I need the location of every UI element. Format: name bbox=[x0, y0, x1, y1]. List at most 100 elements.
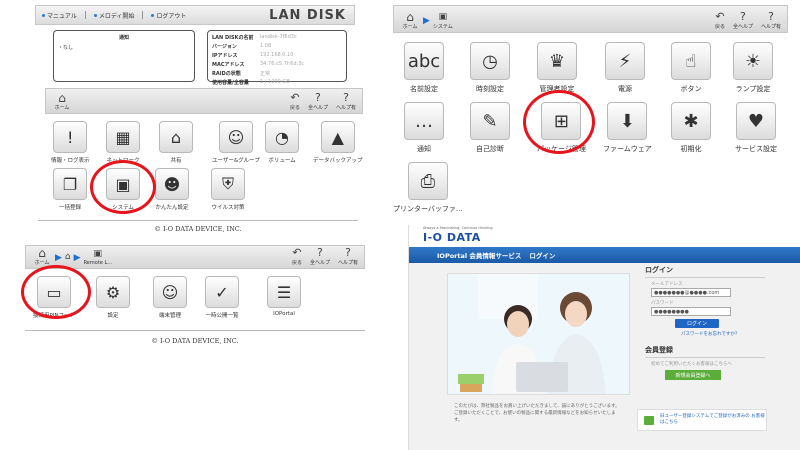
tile-easy-setup[interactable]: ☻ かんたん設定 bbox=[155, 168, 189, 211]
login-form: ログイン メールアドレス ●●●●●●●@●●●●.com パスワード ●●●●… bbox=[645, 265, 765, 380]
folder-icon: ⌂ bbox=[159, 121, 193, 153]
top-link-bar: マニュアル メロディ開始 ログアウト LAN DISK bbox=[35, 5, 355, 25]
tile-antivirus[interactable]: ⛨ ウイルス対策 bbox=[211, 168, 245, 211]
portal-login-link[interactable]: ログイン bbox=[529, 250, 555, 260]
tile-device-management[interactable]: ☺ 端末管理 bbox=[153, 276, 187, 319]
tile-power[interactable]: ⚡ 電源 bbox=[605, 42, 645, 94]
info-row: 使用容量/全容量 1 / 1000 GB bbox=[212, 79, 290, 86]
question-icon: ? bbox=[768, 10, 774, 23]
clipboard-icon: ✎ bbox=[470, 102, 510, 140]
back-button[interactable]: ↶ 戻る bbox=[715, 11, 725, 31]
home-icon: ⌂ bbox=[38, 246, 46, 260]
user-icon: ☺ bbox=[218, 121, 253, 153]
tile-service-settings[interactable]: ♥ サービス設定 bbox=[735, 102, 777, 154]
tile-bulk-register[interactable]: ❐ 一括登録 bbox=[53, 168, 87, 211]
tile-lamp-settings[interactable]: ☀ ランプ設定 bbox=[733, 42, 773, 94]
email-label: メールアドレス bbox=[651, 282, 683, 287]
question-icon: ? bbox=[345, 246, 351, 259]
tile-network[interactable]: ▦ ネットワーク bbox=[106, 121, 140, 164]
breadcrumb-share[interactable]: ⌂ bbox=[65, 252, 71, 263]
info-row: バージョン 1.08 bbox=[212, 43, 272, 50]
forgot-password-link[interactable]: パスワードをお忘れですか？ bbox=[681, 331, 765, 337]
device-info-panel: LAN DISKの名前 landisk-7f6d3c バージョン 1.08 IPアド… bbox=[207, 30, 347, 86]
question-icon: ? bbox=[343, 91, 349, 104]
tile-printer-buffer[interactable]: ⎙ プリンターバッファ... bbox=[393, 162, 463, 214]
portal-title: IOPortal 会員情報サービス bbox=[437, 252, 522, 260]
breadcrumb-system[interactable]: ▣ システム bbox=[433, 12, 453, 30]
tile-initialize[interactable]: ✱ 初期化 bbox=[671, 102, 711, 154]
tile-firmware[interactable]: ⬇ ファームウェア bbox=[603, 102, 652, 154]
highlight-circle-package bbox=[523, 90, 595, 154]
login-button[interactable]: ログイン bbox=[675, 319, 719, 328]
legacy-user-link[interactable]: 旧ユーザー登録システムでご登録がお済みの お客様はこちら bbox=[637, 409, 767, 431]
tile-settings[interactable]: ⚙ 設定 bbox=[96, 276, 130, 319]
tile-temporary-share-list[interactable]: ✓ 一時公開一覧 bbox=[205, 276, 239, 319]
download-icon: ⬇ bbox=[607, 102, 648, 140]
question-icon: ? bbox=[740, 10, 746, 23]
remote-nav-bar: ⌂ ホーム ▶ ⌂ ▶ ▣ Remote L... ↶ 戻る ? 全ヘルプ ? ヘルプ有 bbox=[25, 245, 365, 269]
tile-button[interactable]: ☝ ボタン bbox=[671, 42, 711, 94]
info-row: IPアドレス 192.168.0.10 bbox=[212, 52, 294, 59]
system-nav-bar: ⌂ ホーム ▶ ▣ システム ↶ 戻る ? 全ヘルプ ? ヘルプ有 bbox=[393, 5, 788, 33]
folder-icon: ⌂ bbox=[64, 252, 71, 262]
tile-notification[interactable]: … 通知 bbox=[404, 102, 444, 154]
home-button[interactable]: ⌂ ホーム bbox=[400, 11, 420, 30]
tile-data-backup[interactable]: ▲ データバックアップ bbox=[313, 121, 363, 164]
tile-ioportal[interactable]: ☰ IOPortal bbox=[267, 276, 301, 317]
help-button[interactable]: ? ヘルプ有 bbox=[336, 91, 356, 112]
left-nav-bar: ⌂ ホーム ↶ 戻る ? 全ヘルプ ? ヘルプ有 bbox=[45, 88, 363, 114]
manual-link[interactable]: マニュアル bbox=[42, 11, 77, 20]
question-icon: ? bbox=[317, 246, 323, 259]
back-icon: ↶ bbox=[290, 91, 300, 104]
tile-users-groups[interactable]: ☺ ユーザー&グループ bbox=[212, 121, 260, 164]
logout-link[interactable]: ログアウト bbox=[151, 11, 186, 20]
portal-main: このたびは、弊社製品をお買い上げいただきまして、誠にありがとうございます。ご登録… bbox=[409, 263, 800, 450]
all-help-button[interactable]: ? 全ヘルプ bbox=[308, 92, 328, 112]
home-icon: ⌂ bbox=[58, 91, 66, 105]
notice-item: ・なし bbox=[58, 45, 74, 51]
hand-icon: ☝ bbox=[671, 42, 711, 80]
all-help-button[interactable]: ? 全ヘルプ bbox=[733, 10, 753, 31]
notice-panel: 通知 ・なし bbox=[53, 30, 195, 82]
tile-volume[interactable]: ◔ ボリューム bbox=[265, 121, 299, 164]
login-heading: ログイン bbox=[645, 265, 765, 278]
tile-name-settings[interactable]: abc 名前設定 bbox=[404, 42, 444, 94]
tile-admin-settings[interactable]: ♛ 管理者設定 bbox=[537, 42, 577, 94]
bulb-icon: ☀ bbox=[733, 42, 773, 80]
tile-self-diagnosis[interactable]: ✎ 自己診断 bbox=[470, 102, 510, 154]
tile-share[interactable]: ⌂ 共有 bbox=[159, 121, 193, 164]
home-button[interactable]: ⌂ ホーム bbox=[52, 92, 72, 111]
back-icon: ↶ bbox=[292, 246, 302, 259]
password-field[interactable]: ●●●●●●●● bbox=[651, 307, 731, 316]
all-help-button[interactable]: ? 全ヘルプ bbox=[310, 246, 330, 267]
lock-icon: ▲ bbox=[320, 121, 355, 153]
divider bbox=[84, 11, 86, 19]
speech-icon: … bbox=[404, 102, 444, 140]
copy-icon: ❐ bbox=[53, 168, 87, 200]
help-button[interactable]: ? ヘルプ有 bbox=[761, 10, 781, 31]
help-button[interactable]: ? ヘルプ有 bbox=[338, 246, 358, 267]
abc-icon: abc bbox=[404, 42, 444, 80]
register-button[interactable]: 新規会員登録へ bbox=[665, 370, 721, 380]
printer-icon: ⎙ bbox=[407, 162, 448, 200]
clock-icon: ◷ bbox=[470, 42, 510, 80]
breadcrumb-remote[interactable]: ▣ Remote L... bbox=[84, 249, 112, 266]
ioportal-page: Always a Fascinating, Continue thinking … bbox=[408, 225, 800, 450]
email-field[interactable]: ●●●●●●●@●●●●.com bbox=[651, 288, 731, 297]
back-button[interactable]: ↶ 戻る bbox=[290, 91, 300, 112]
arrow-right-icon: ▶ bbox=[73, 252, 81, 263]
breadcrumb: ▶ ⌂ ▶ ▣ Remote L... bbox=[55, 249, 112, 266]
user-device-icon: ☺ bbox=[153, 276, 187, 308]
breadcrumb: ▶ ▣ システム bbox=[423, 12, 453, 30]
melody-link[interactable]: メロディ開始 bbox=[94, 11, 135, 20]
copyright: © I-O DATA DEVICE, INC. bbox=[154, 225, 242, 233]
portal-header: Always a Fascinating, Continue thinking … bbox=[409, 225, 800, 247]
home-button[interactable]: ⌂ ホーム bbox=[32, 247, 52, 266]
tile-info-log[interactable]: ! 情報・ログ表示 bbox=[51, 121, 90, 164]
tile-time-settings[interactable]: ◷ 時刻設定 bbox=[470, 42, 510, 94]
shield-icon: ⛨ bbox=[211, 168, 245, 200]
spinner-icon: ✱ bbox=[671, 102, 711, 140]
network-icon: ▦ bbox=[106, 121, 140, 153]
highlight-circle-system bbox=[90, 160, 156, 214]
back-button[interactable]: ↶ 戻る bbox=[292, 246, 302, 267]
